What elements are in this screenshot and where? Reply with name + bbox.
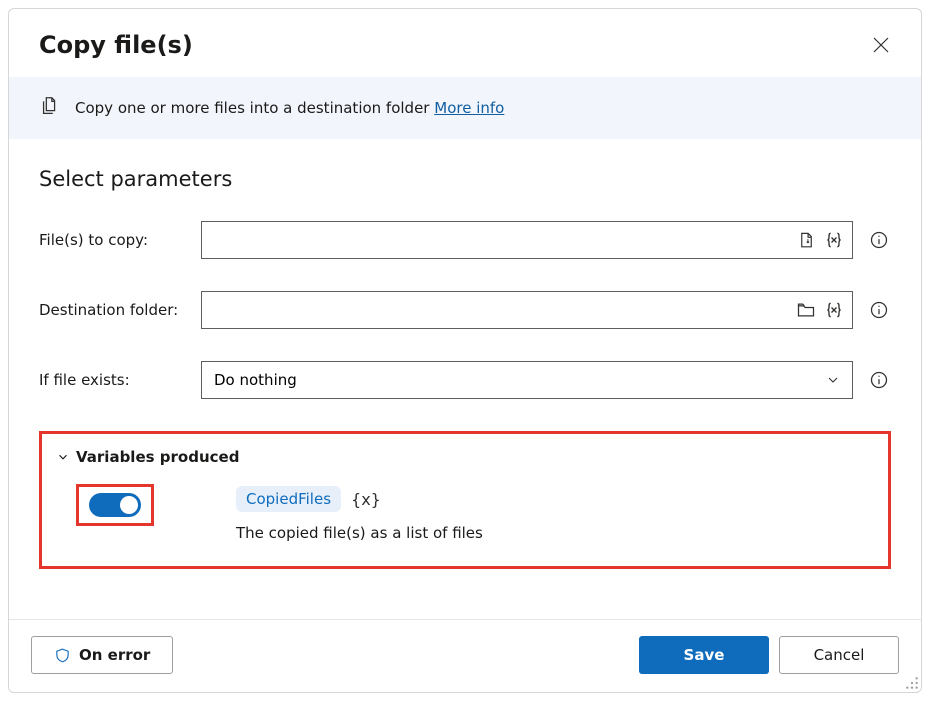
row-files-to-copy: File(s) to copy: — [39, 221, 891, 259]
more-info-link[interactable]: More info — [434, 99, 504, 117]
destination-folder-input[interactable] — [201, 291, 853, 329]
row-destination-folder: Destination folder: — [39, 291, 891, 329]
resize-grip-icon[interactable] — [905, 676, 919, 690]
select-folder-button[interactable] — [795, 299, 817, 321]
save-button[interactable]: Save — [639, 636, 769, 674]
variables-body: CopiedFiles {x} The copied file(s) as a … — [56, 484, 874, 542]
folder-picker-icon — [796, 300, 816, 320]
copy-files-icon — [39, 95, 61, 121]
shield-icon — [54, 647, 71, 664]
enable-variable-highlight — [76, 484, 154, 526]
variable-icon — [824, 230, 844, 250]
label-if-file-exists: If file exists: — [39, 371, 201, 389]
variable-details: CopiedFiles {x} The copied file(s) as a … — [236, 484, 483, 542]
cancel-button[interactable]: Cancel — [779, 636, 899, 674]
save-label: Save — [684, 646, 725, 664]
label-destination-folder: Destination folder: — [39, 301, 201, 319]
input-wrap-destination — [201, 291, 853, 329]
cancel-label: Cancel — [814, 646, 865, 664]
on-error-button[interactable]: On error — [31, 636, 173, 674]
dialog-title: Copy file(s) — [39, 31, 193, 59]
dialog-content: Select parameters File(s) to copy: — [9, 139, 921, 619]
banner-text: Copy one or more files into a destinatio… — [75, 99, 504, 117]
variable-description: The copied file(s) as a list of files — [236, 524, 483, 542]
section-title: Select parameters — [39, 167, 891, 191]
close-icon — [873, 37, 889, 53]
variables-heading-text: Variables produced — [76, 448, 239, 466]
dialog-header: Copy file(s) — [9, 9, 921, 77]
select-file-button[interactable] — [795, 229, 817, 251]
variable-picker-button[interactable] — [823, 229, 845, 251]
files-to-copy-input[interactable] — [201, 221, 853, 259]
info-icon — [869, 370, 889, 390]
if-file-exists-value: Do nothing — [214, 371, 297, 389]
variable-icon — [824, 300, 844, 320]
info-if-file-exists[interactable] — [867, 368, 891, 392]
copy-files-dialog: Copy file(s) Copy one or more files into… — [8, 8, 922, 693]
info-icon — [869, 300, 889, 320]
select-wrap-ifexists: Do nothing — [201, 361, 853, 399]
on-error-label: On error — [79, 646, 150, 664]
variable-name-chip[interactable]: CopiedFiles — [236, 486, 341, 512]
row-if-file-exists: If file exists: Do nothing — [39, 361, 891, 399]
close-button[interactable] — [867, 31, 895, 59]
info-banner: Copy one or more files into a destinatio… — [9, 77, 921, 139]
if-file-exists-select[interactable]: Do nothing — [201, 361, 853, 399]
input-wrap-files — [201, 221, 853, 259]
label-files-to-copy: File(s) to copy: — [39, 231, 201, 249]
chevron-down-icon — [825, 372, 841, 388]
variable-token: {x} — [351, 490, 381, 509]
toggle-knob — [120, 496, 138, 514]
variables-produced-toggle[interactable]: Variables produced — [56, 448, 874, 466]
info-files-to-copy[interactable] — [867, 228, 891, 252]
dialog-footer: On error Save Cancel — [9, 619, 921, 692]
variables-produced-section: Variables produced CopiedFiles {x} The c… — [39, 431, 891, 569]
info-icon — [869, 230, 889, 250]
file-picker-icon — [797, 231, 816, 250]
info-destination-folder[interactable] — [867, 298, 891, 322]
chevron-down-icon — [56, 450, 70, 464]
enable-variable-toggle[interactable] — [89, 493, 141, 517]
variable-picker-button[interactable] — [823, 299, 845, 321]
